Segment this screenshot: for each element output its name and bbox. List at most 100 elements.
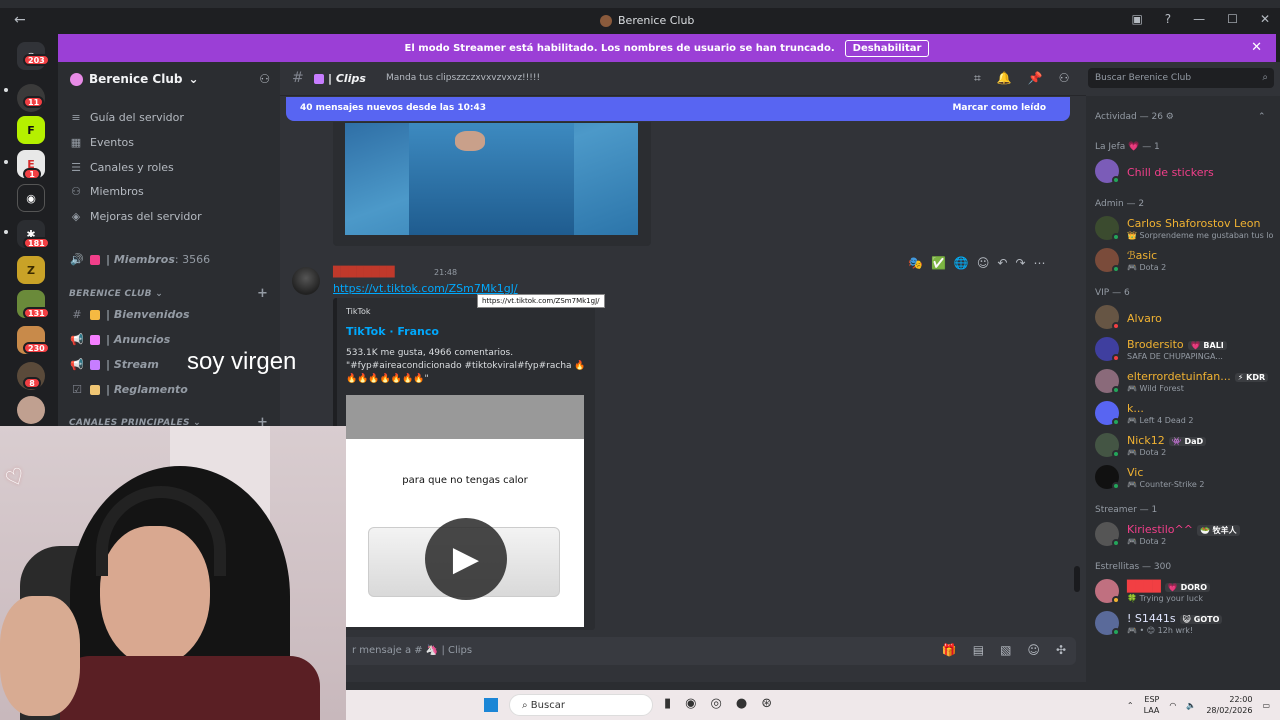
chrome-icon[interactable]: ◎ (711, 696, 722, 711)
channel-label: | Anuncios (106, 333, 171, 346)
link-tooltip: https://vt.tiktok.com/ZSm7Mk1gJ/ (477, 294, 605, 308)
nav-label: Guía del servidor (90, 111, 184, 124)
wifi-icon[interactable]: ◠ (1169, 701, 1176, 710)
emoji-icon[interactable]: ☺ (1027, 643, 1040, 657)
minimize-icon[interactable]: — (1193, 12, 1205, 26)
gif-icon[interactable]: ▤ (973, 643, 984, 657)
server-header[interactable]: Berenice Club ⌄ ⚇ (58, 62, 280, 96)
member-name-text: Nick12 (1127, 434, 1165, 447)
channel-bienvenidos[interactable]: # | Bienvenidos (70, 308, 189, 321)
member-row[interactable]: Kiriestilo^^ 🥗 牧羊人 🎮 Dota 2 (1095, 520, 1275, 550)
back-arrow-icon[interactable]: ← (14, 12, 26, 28)
member-row[interactable]: Nick12 👾 DaD 🎮 Dota 2 (1095, 431, 1275, 461)
scrollbar[interactable] (1074, 566, 1080, 592)
forward-icon[interactable]: ↷ (1015, 256, 1025, 270)
category-berenice-club[interactable]: BERENICE CLUB ⌄ + (69, 286, 268, 301)
discord-icon[interactable]: ◉ (17, 184, 45, 212)
volume-icon[interactable]: 🔈 (1186, 701, 1196, 710)
play-icon[interactable]: ▶ (425, 518, 507, 600)
gear-icon[interactable]: ⚙ (1166, 112, 1174, 122)
pin-icon[interactable]: 📌 (1028, 71, 1043, 86)
nav-item-boosts[interactable]: ◈ Mejoras del servidor (70, 210, 202, 223)
bell-icon[interactable]: 🔔 (997, 71, 1012, 86)
member-activity: 🎮 Dota 2 (1127, 448, 1167, 457)
activity-heading[interactable]: Actividad — 26 ⚙ ⌃ (1095, 112, 1266, 122)
chevron-up-icon[interactable]: ⌃ (1127, 701, 1134, 710)
status-dot (1112, 386, 1120, 394)
inbox-icon[interactable]: ▣ (1131, 12, 1142, 26)
maximize-icon[interactable]: ☐ (1227, 12, 1238, 26)
nav-item-channels-roles[interactable]: ☰ Canales y roles (70, 161, 174, 174)
channel-label: | Stream (106, 358, 159, 371)
notification-icon[interactable]: ▭ (1262, 701, 1270, 710)
member-row[interactable]: Alvaro (1095, 303, 1275, 333)
clock[interactable]: 22:00 28/02/2026 (1206, 694, 1252, 716)
message-time: 21:48 (434, 268, 458, 277)
file-explorer-icon[interactable]: ▮ (664, 696, 671, 711)
windows-start-icon[interactable] (484, 698, 498, 712)
image-content (409, 123, 574, 235)
nav-item-members[interactable]: ⚇ Miembros (70, 185, 144, 198)
server-icon-2[interactable]: F (17, 116, 45, 144)
check-reaction-icon[interactable]: ✅ (931, 256, 946, 270)
discord-app-icon[interactable]: ◉ (685, 696, 696, 711)
member-row[interactable]: Brodersito 💗 BALI SAFA DE CHUPAPINGA... (1095, 335, 1275, 365)
new-messages-bar[interactable]: 40 mensajes nuevos desde las 10:43 Marca… (286, 97, 1070, 121)
taskbar-search[interactable]: ⌕ Buscar (509, 694, 653, 716)
channel-stream[interactable]: 📢 | Stream (70, 358, 159, 371)
threads-icon[interactable]: ⌗ (974, 71, 981, 86)
server-icon-9[interactable] (17, 396, 45, 424)
help-icon[interactable]: ? (1165, 12, 1171, 26)
server-icon-5[interactable]: Z (17, 256, 45, 284)
member-activity: 🎮 • 😊 12h wrk! (1127, 626, 1194, 635)
member-list-icon[interactable]: ⚇ (1059, 71, 1070, 86)
add-reaction-icon[interactable]: ☺ (977, 256, 990, 270)
member-row[interactable]: k... 🎮 Left 4 Dead 2 (1095, 399, 1275, 429)
mark-read-button[interactable]: Marcar como leído (952, 103, 1046, 113)
add-channel-icon[interactable]: + (257, 286, 268, 301)
obs-icon[interactable]: ● (736, 696, 747, 711)
invite-people-icon[interactable]: ⚇ (259, 72, 270, 86)
search-input[interactable]: Buscar Berenice Club ⌕ (1088, 68, 1274, 88)
status-dot (1112, 176, 1120, 184)
author-avatar[interactable] (292, 267, 320, 295)
nav-item-guide[interactable]: ≡ Guía del servidor (70, 111, 184, 124)
member-row[interactable]: ! S1441s 😺 GOTO 🎮 • 😊 12h wrk! (1095, 609, 1275, 639)
nav-label: Canales y roles (90, 161, 174, 174)
chevron-up-icon[interactable]: ⌃ (1258, 112, 1266, 122)
pool-image[interactable] (345, 123, 638, 235)
channel-anuncios[interactable]: 📢 | Anuncios (70, 333, 170, 346)
video-caption: para que no tengas calor (402, 475, 528, 486)
member-row[interactable]: elterrordetuinfan... ⚡ KDR 🎮 Wild Forest (1095, 367, 1275, 397)
message-input[interactable]: r mensaje a # 🦄 | Clips 🎁 ▤ ▧ ☺ ✣ (334, 637, 1076, 665)
disable-streamer-button[interactable]: Deshabilitar (844, 39, 930, 57)
gift-icon[interactable]: 🎁 (942, 643, 957, 657)
member-row[interactable]: Vic 🎮 Counter-Strike 2 (1095, 463, 1275, 493)
steam-icon[interactable]: ⊛ (761, 696, 772, 711)
channel-reglamento[interactable]: ☑ | Reglamento (70, 383, 188, 396)
nav-label: Mejoras del servidor (90, 210, 202, 223)
banner-text: El modo Streamer está habilitado. Los no… (404, 42, 835, 54)
channel-topic[interactable]: Manda tus clipszzczxvxvzvxvz!!!!! (386, 73, 540, 83)
close-window-icon[interactable]: ✕ (1260, 12, 1270, 26)
member-row[interactable]: Carlos Shaforostov Leon 👑 Sorprendeme me … (1095, 214, 1275, 244)
globe-reaction-icon[interactable]: 🌐 (954, 256, 969, 270)
author-name[interactable]: ████████ (333, 267, 395, 278)
member-row[interactable]: Chill de stickers (1095, 157, 1275, 187)
reaction-icon[interactable]: 🎭 (908, 256, 923, 270)
apps-icon[interactable]: ✣ (1056, 643, 1066, 657)
embed-title[interactable]: TikTok · Franco (346, 325, 439, 338)
reply-icon[interactable]: ↶ (997, 256, 1007, 270)
video-player[interactable]: para que no tengas calor ▶ (346, 395, 584, 627)
channel-members-count[interactable]: 🔊 | Miembros: 3566 (70, 253, 210, 266)
sticker-icon[interactable]: ▧ (1000, 643, 1011, 657)
member-row[interactable]: ℬasic 🎮 Dota 2 (1095, 246, 1275, 276)
more-icon[interactable]: ⋯ (1034, 256, 1046, 270)
member-row[interactable]: ████ 💗 DORO 🍀 Trying your luck (1095, 577, 1275, 607)
channel-emoji (90, 384, 100, 395)
close-banner-icon[interactable]: ✕ (1251, 40, 1262, 55)
language-indicator[interactable]: ESP LAA (1144, 694, 1160, 716)
member-name-text: Carlos Shaforostov Leon (1127, 217, 1261, 230)
member-activity: 🎮 Left 4 Dead 2 (1127, 416, 1194, 425)
nav-item-events[interactable]: ▦ Eventos (70, 136, 134, 149)
